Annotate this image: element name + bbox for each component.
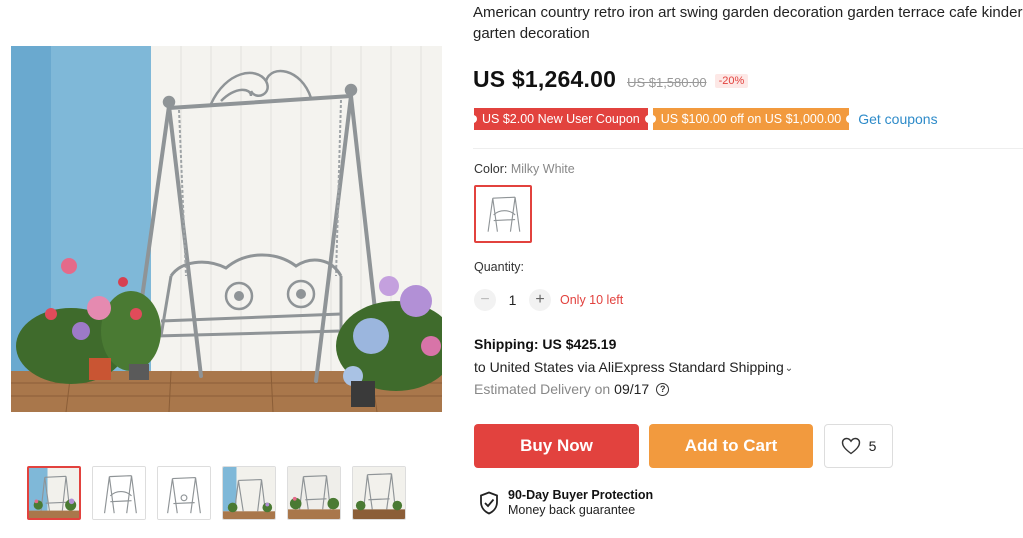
discount-badge: -20%	[714, 74, 749, 88]
divider	[473, 148, 1023, 149]
thumbnail-image	[93, 467, 145, 519]
current-price: US $1,264.00	[473, 66, 617, 92]
color-label-text: Color:	[474, 162, 508, 176]
new-user-coupon[interactable]: US $2.00 New User Coupon	[471, 108, 651, 130]
get-coupons-link[interactable]: Get coupons	[858, 111, 937, 127]
swatch-image	[476, 187, 530, 241]
thumbnail-3[interactable]	[157, 466, 211, 520]
buyer-protection-subtitle: Money back guarantee	[508, 503, 636, 517]
thumbnail-strip	[27, 466, 406, 520]
quantity-value[interactable]: 1	[496, 292, 529, 308]
chevron-down-icon: ⌄	[784, 362, 794, 374]
store-coupon[interactable]: US $100.00 off on US $1,000.00	[649, 108, 853, 130]
quantity-stepper: − 1 + Only 10 left	[474, 289, 623, 311]
quantity-decrease-button[interactable]: −	[474, 289, 496, 311]
original-price: US $1,580.00	[627, 75, 707, 90]
shield-check-icon	[480, 491, 498, 515]
thumbnail-image	[353, 467, 405, 519]
wishlist-button[interactable]: 5	[824, 424, 893, 468]
buyer-protection-text: 90-Day Buyer Protection Money back guara…	[508, 488, 653, 518]
quantity-increase-button[interactable]: +	[529, 289, 551, 311]
color-label: Color: Milky White	[474, 162, 575, 176]
color-swatch-milky-white[interactable]	[474, 185, 532, 243]
buyer-protection-title: 90-Day Buyer Protection	[508, 488, 654, 502]
main-product-image[interactable]	[11, 46, 442, 412]
estimated-delivery: Estimated Delivery on 09/17 ?	[474, 381, 670, 397]
product-title: American country retro iron art swing ga…	[473, 4, 1023, 42]
thumbnail-image	[158, 467, 210, 519]
add-to-cart-button[interactable]: Add to Cart	[649, 424, 813, 468]
shipping-method[interactable]: to United States via AliExpress Standard…	[474, 359, 793, 375]
buyer-protection: 90-Day Buyer Protection Money back guara…	[479, 488, 653, 518]
help-icon[interactable]: ?	[656, 382, 670, 396]
delivery-label: Estimated Delivery on	[474, 381, 611, 397]
price-row: US $1,264.00 US $1,580.00 -20%	[473, 66, 749, 93]
thumbnail-6[interactable]	[352, 466, 406, 520]
thumbnail-2[interactable]	[92, 466, 146, 520]
delivery-date: 09/17	[614, 381, 650, 397]
thumbnail-image	[223, 467, 275, 519]
shipping-method-text: to United States via AliExpress Standard…	[474, 359, 784, 375]
thumbnail-4[interactable]	[222, 466, 276, 520]
heart-icon	[841, 437, 860, 455]
thumbnail-image	[29, 468, 79, 518]
thumbnail-1[interactable]	[27, 466, 81, 520]
wishlist-count: 5	[868, 438, 877, 454]
thumbnail-image	[288, 467, 340, 519]
color-selected-value: Milky White	[510, 162, 575, 176]
shipping-cost: Shipping: US $425.19	[474, 336, 617, 352]
quantity-label: Quantity:	[474, 260, 525, 274]
thumbnail-5[interactable]	[287, 466, 341, 520]
coupon-row: US $2.00 New User Coupon US $100.00 off …	[471, 108, 938, 130]
swing-photo	[11, 46, 442, 412]
stock-note: Only 10 left	[560, 293, 624, 307]
buy-now-button[interactable]: Buy Now	[474, 424, 639, 468]
